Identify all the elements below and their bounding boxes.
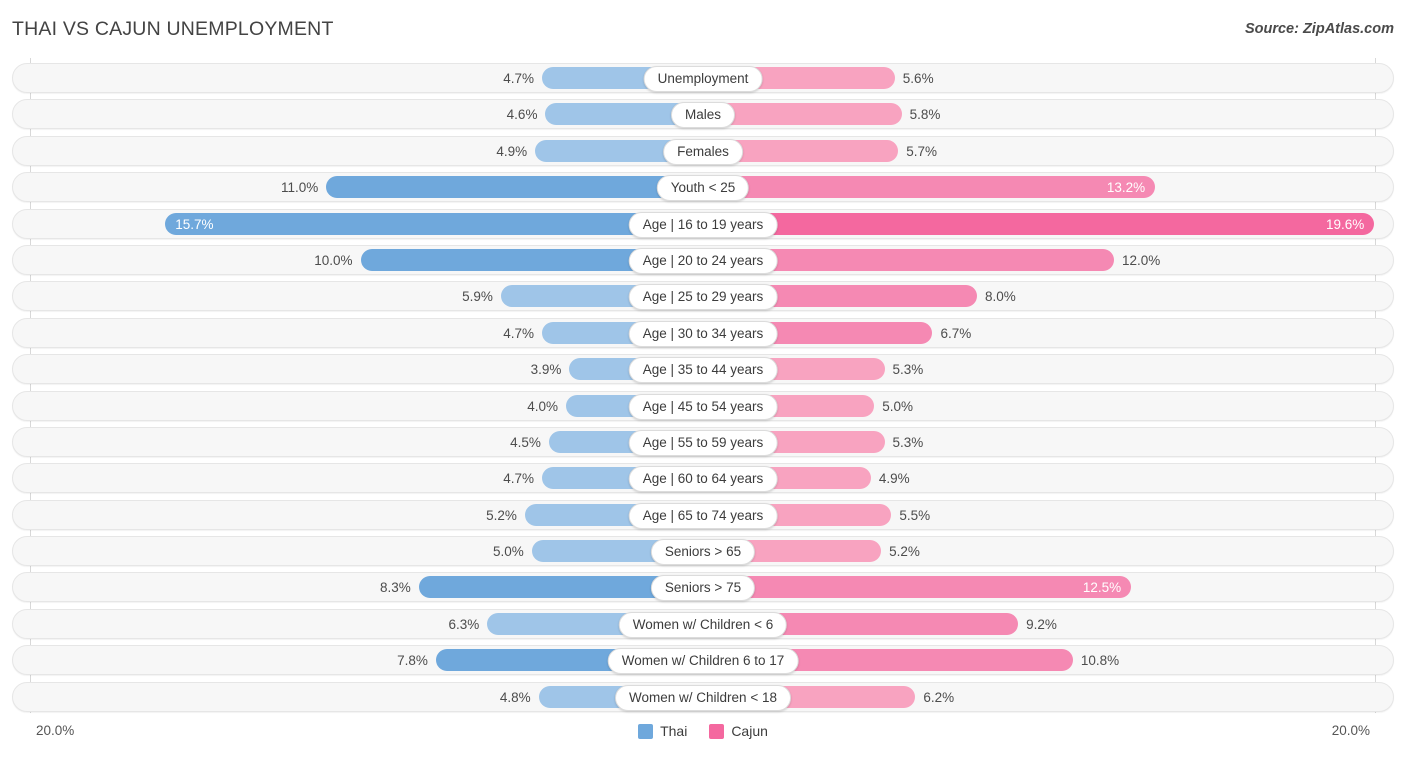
category-label[interactable]: Women w/ Children 6 to 17 bbox=[607, 648, 799, 675]
table-row[interactable]: 5.2% 5.5% Age | 65 to 74 years bbox=[12, 499, 1394, 530]
value-label-thai: 5.9% bbox=[462, 289, 493, 305]
value-label-thai: 3.9% bbox=[530, 362, 562, 378]
legend-item[interactable]: Cajun bbox=[709, 723, 768, 739]
table-row[interactable]: 4.8% 6.2% Women w/ Children < 18 bbox=[12, 681, 1394, 712]
value-label-thai: 11.0% bbox=[280, 180, 319, 196]
value-label-cajun: 5.0% bbox=[882, 398, 914, 414]
table-row[interactable]: 4.6% 5.8% Males bbox=[12, 99, 1394, 130]
value-label-cajun: 5.6% bbox=[902, 71, 934, 86]
category-label[interactable]: Women w/ Children < 6 bbox=[618, 611, 788, 638]
value-label-thai: 4.6% bbox=[506, 107, 538, 123]
source-label: Source: ZipAtlas.com bbox=[1244, 21, 1394, 37]
table-row[interactable]: 5.0% 5.2% Seniors > 65 bbox=[12, 536, 1394, 567]
category-label[interactable]: Unemployment bbox=[643, 66, 763, 92]
value-label-cajun: 5.7% bbox=[906, 143, 937, 159]
value-label-cajun: 4.9% bbox=[878, 471, 910, 487]
table-row[interactable]: 4.9% 5.7% Females bbox=[12, 135, 1394, 166]
category-label[interactable]: Seniors > 65 bbox=[650, 539, 756, 566]
table-row[interactable]: 5.9% 8.0% Age | 25 to 29 years bbox=[12, 281, 1394, 312]
category-label[interactable]: Age | 60 to 64 years bbox=[628, 466, 778, 493]
category-label[interactable]: Seniors > 75 bbox=[650, 575, 756, 602]
category-label[interactable]: Age | 20 to 24 years bbox=[628, 247, 778, 274]
category-label[interactable]: Age | 65 to 74 years bbox=[628, 502, 778, 529]
table-row[interactable]: 7.8% 10.8% Women w/ Children 6 to 17 bbox=[12, 645, 1394, 676]
bar-cajun[interactable] bbox=[703, 212, 1375, 235]
value-label-cajun: 10.8% bbox=[1080, 653, 1120, 669]
value-label-cajun: 12.5% bbox=[1082, 580, 1122, 596]
value-label-cajun: 8.0% bbox=[985, 289, 1016, 305]
value-label-thai: 4.7% bbox=[503, 71, 535, 86]
table-row[interactable]: 10.0% 12.0% Age | 20 to 24 years bbox=[12, 244, 1394, 275]
value-label-cajun: 13.2% bbox=[1106, 180, 1146, 196]
table-row[interactable]: 15.7% 19.6% Age | 16 to 19 years bbox=[12, 208, 1394, 239]
value-label-thai: 8.3% bbox=[379, 580, 411, 596]
bar-thai[interactable] bbox=[326, 176, 703, 199]
value-label-thai: 15.7% bbox=[175, 216, 214, 232]
table-row[interactable]: 4.7% 6.7% Age | 30 to 34 years bbox=[12, 317, 1394, 348]
page-title: THAI VS CAJUN UNEMPLOYMENT bbox=[12, 18, 334, 40]
value-label-thai: 4.5% bbox=[510, 434, 541, 450]
legend-item[interactable]: Thai bbox=[638, 723, 687, 739]
category-label[interactable]: Women w/ Children < 18 bbox=[615, 684, 791, 711]
category-label[interactable]: Youth < 25 bbox=[656, 175, 750, 202]
table-row[interactable]: 8.3% 12.5% Seniors > 75 bbox=[12, 572, 1394, 603]
table-row[interactable]: 4.7% 4.9% Age | 60 to 64 years bbox=[12, 463, 1394, 494]
value-label-cajun: 19.6% bbox=[1326, 216, 1365, 232]
value-label-cajun: 5.3% bbox=[892, 362, 924, 378]
legend-swatch-icon bbox=[638, 723, 654, 739]
bar-thai[interactable] bbox=[165, 212, 703, 235]
chart-footer: 20.0% 20.0% Thai Cajun bbox=[0, 713, 1406, 757]
value-label-thai: 5.0% bbox=[492, 544, 524, 560]
table-row[interactable]: 3.9% 5.3% Age | 35 to 44 years bbox=[12, 354, 1394, 385]
category-label[interactable]: Age | 25 to 29 years bbox=[628, 284, 778, 311]
value-label-thai: 4.7% bbox=[503, 325, 535, 341]
bar-cajun[interactable] bbox=[703, 576, 1132, 599]
value-label-cajun: 5.5% bbox=[899, 507, 931, 523]
value-label-thai: 4.9% bbox=[496, 143, 528, 159]
value-label-cajun: 6.7% bbox=[940, 325, 972, 341]
value-label-cajun: 5.2% bbox=[889, 544, 920, 560]
value-label-cajun: 5.3% bbox=[892, 434, 924, 450]
table-row[interactable]: 11.0% 13.2% Youth < 25 bbox=[12, 172, 1394, 203]
table-row[interactable]: 4.0% 5.0% Age | 45 to 54 years bbox=[12, 390, 1394, 421]
category-label[interactable]: Males bbox=[670, 102, 736, 129]
chart-plot-area: 4.7% 5.6% Unemployment 4.6% 5.8% Males 4.9% 5.7… bbox=[0, 58, 1406, 720]
table-row[interactable]: 6.3% 9.2% Women w/ Children < 6 bbox=[12, 608, 1394, 639]
value-label-cajun: 12.0% bbox=[1122, 252, 1161, 268]
value-label-thai: 7.8% bbox=[397, 653, 428, 669]
category-label[interactable]: Age | 35 to 44 years bbox=[628, 357, 778, 384]
category-label[interactable]: Age | 45 to 54 years bbox=[628, 393, 778, 420]
value-label-cajun: 6.2% bbox=[923, 689, 955, 705]
bar-cajun[interactable] bbox=[703, 176, 1156, 199]
value-label-thai: 4.8% bbox=[499, 689, 531, 705]
category-label[interactable]: Age | 16 to 19 years bbox=[628, 211, 778, 238]
legend-label: Thai bbox=[660, 723, 688, 739]
category-label[interactable]: Females bbox=[663, 138, 743, 165]
value-label-thai: 5.2% bbox=[486, 507, 517, 523]
value-label-thai: 4.7% bbox=[503, 471, 535, 487]
legend-label: Cajun bbox=[731, 723, 768, 739]
value-label-thai: 4.0% bbox=[527, 398, 558, 414]
chart-legend: Thai Cajun bbox=[0, 723, 1406, 739]
chart-header: THAI VS CAJUN UNEMPLOYMENT Source: ZipAt… bbox=[0, 0, 1406, 58]
value-label-thai: 10.0% bbox=[314, 252, 353, 268]
value-label-thai: 6.3% bbox=[448, 616, 480, 632]
table-row[interactable]: 4.7% 5.6% Unemployment bbox=[12, 63, 1394, 93]
category-label[interactable]: Age | 55 to 59 years bbox=[628, 429, 778, 456]
bar-rows-container: 4.7% 5.6% Unemployment 4.6% 5.8% Males 4.9% 5.7… bbox=[12, 63, 1394, 718]
legend-swatch-icon bbox=[709, 723, 725, 739]
value-label-cajun: 5.8% bbox=[909, 107, 941, 123]
category-label[interactable]: Age | 30 to 34 years bbox=[628, 320, 778, 347]
table-row[interactable]: 4.5% 5.3% Age | 55 to 59 years bbox=[12, 426, 1394, 457]
value-label-cajun: 9.2% bbox=[1026, 616, 1057, 632]
